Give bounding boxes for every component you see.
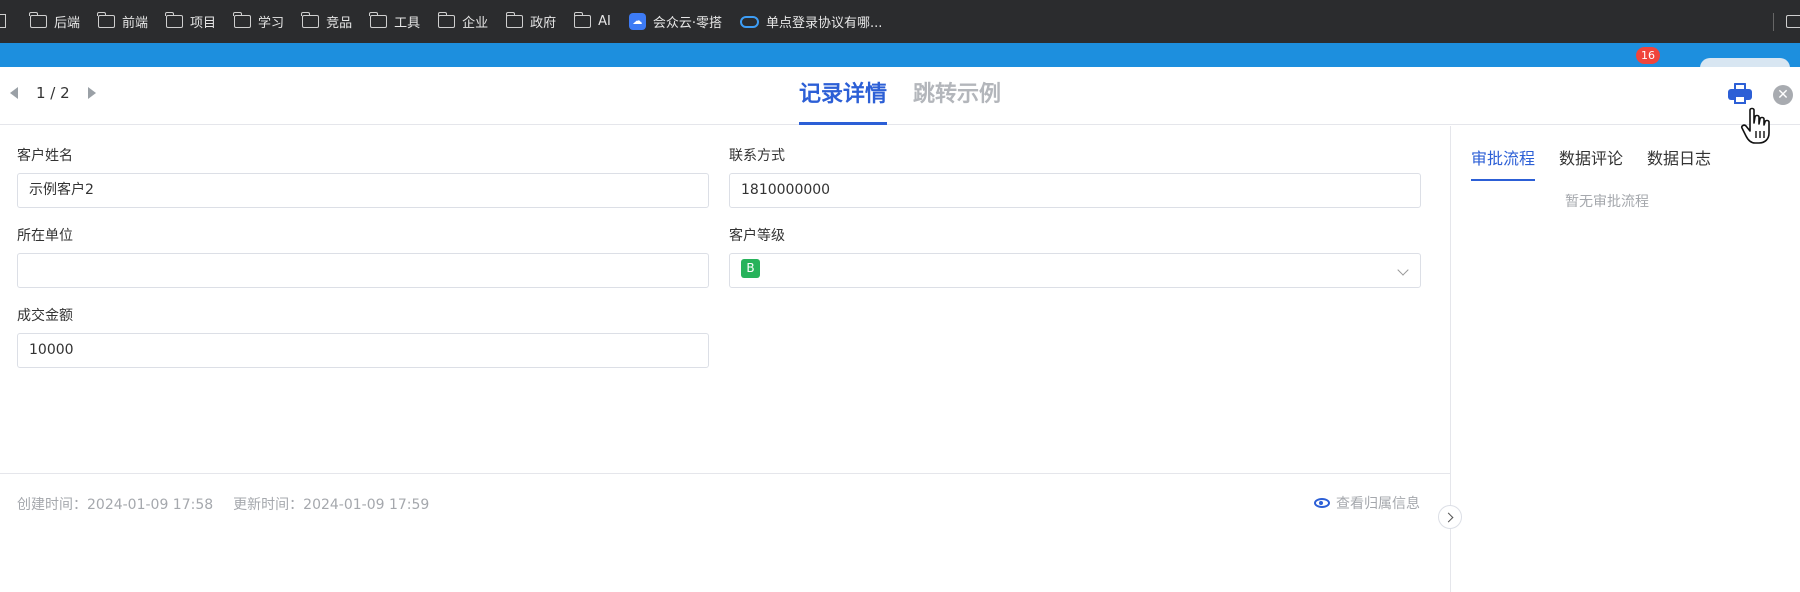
bookmarks-bar: 后端 前端 项目 学习 竞品 工具 企业 政府 AI ☁ 会众云·零搭 单点登录协… xyxy=(0,0,1800,43)
field-label: 客户等级 xyxy=(729,228,785,244)
tab-data-log[interactable]: 数据日志 xyxy=(1647,147,1711,181)
field-customer-level: 客户等级 B xyxy=(729,226,1421,288)
bookmark-study[interactable]: 学习 xyxy=(226,8,292,36)
bookmark-competitors[interactable]: 竞品 xyxy=(294,8,360,36)
tab-jump-example[interactable]: 跳转示例 xyxy=(913,77,1001,125)
modal-topbar: 1 / 2 记录详情 跳转示例 ✕ xyxy=(0,67,1800,144)
divider xyxy=(0,473,1451,474)
view-owner-link[interactable]: 查看归属信息 xyxy=(1314,493,1420,513)
folder-icon xyxy=(165,12,184,28)
side-panel: 审批流程 数据评论 数据日志 暂无审批流程 xyxy=(1452,126,1800,592)
company-input[interactable] xyxy=(17,253,709,288)
cloud-app-icon: ☁ xyxy=(628,13,646,30)
folder-icon xyxy=(29,12,47,28)
record-meta: 创建时间：2024-01-09 17:58 更新时间：2024-01-09 17… xyxy=(17,494,449,514)
field-label: 联系方式 xyxy=(729,148,785,164)
bookmark-backend[interactable]: 后端 xyxy=(22,8,88,36)
folder-icon xyxy=(573,12,592,28)
folder-icon xyxy=(233,12,252,28)
bookmark-enterprise[interactable]: 企业 xyxy=(430,8,496,36)
field-label: 所在单位 xyxy=(17,228,73,244)
folder-icon xyxy=(369,12,388,28)
customer-level-select[interactable]: B xyxy=(729,253,1421,288)
folder-icon xyxy=(1786,15,1800,28)
bookmark-ai[interactable]: AI xyxy=(566,8,619,36)
bookmark-sso-article[interactable]: 单点登录协议有哪... xyxy=(732,8,890,36)
modal-tabs: 记录详情 跳转示例 xyxy=(799,77,1027,125)
bookmark-projects[interactable]: 项目 xyxy=(158,8,224,36)
created-time: 创建时间：2024-01-09 17:58 xyxy=(17,497,214,513)
field-label: 客户姓名 xyxy=(17,148,73,164)
tab-data-comments[interactable]: 数据评论 xyxy=(1559,147,1623,181)
next-record-icon[interactable] xyxy=(87,87,96,99)
bookmark-tools[interactable]: 工具 xyxy=(362,8,428,36)
cloud-outline-icon xyxy=(740,15,759,28)
print-icon[interactable] xyxy=(1728,83,1752,105)
notification-badge[interactable]: 16 xyxy=(1636,47,1660,64)
record-detail-modal: 1 / 2 记录详情 跳转示例 ✕ 客户姓名 示例客户2 联系方式 181000… xyxy=(0,67,1800,592)
field-amount: 成交金额 10000 xyxy=(17,306,709,368)
owner-link-label: 查看归属信息 xyxy=(1336,496,1420,512)
contact-input[interactable]: 1810000000 xyxy=(729,173,1421,208)
app-header: 16 xyxy=(0,43,1800,78)
field-customer-name: 客户姓名 示例客户2 xyxy=(17,146,709,208)
folder-icon-partial[interactable] xyxy=(0,14,6,28)
bookmark-government[interactable]: 政府 xyxy=(498,8,564,36)
divider xyxy=(1773,12,1774,31)
folder-icon xyxy=(505,12,524,28)
record-pager: 1 / 2 xyxy=(10,84,96,102)
amount-input[interactable]: 10000 xyxy=(17,333,709,368)
updated-time: 更新时间：2024-01-09 17:59 xyxy=(233,497,430,513)
bookmarks-overflow[interactable] xyxy=(1773,0,1800,43)
record-form: 客户姓名 示例客户2 联系方式 1810000000 所在单位 客户等级 B 成… xyxy=(0,126,1451,592)
folder-icon xyxy=(437,12,456,28)
customer-name-input[interactable]: 示例客户2 xyxy=(17,173,709,208)
tab-approval-flow[interactable]: 审批流程 xyxy=(1471,147,1536,181)
field-contact: 联系方式 1810000000 xyxy=(729,146,1421,208)
chevron-down-icon xyxy=(1397,264,1409,276)
field-company: 所在单位 xyxy=(17,226,709,288)
pager-text: 1 / 2 xyxy=(36,84,70,102)
side-tabs: 审批流程 数据评论 数据日志 xyxy=(1471,147,1735,181)
prev-record-icon[interactable] xyxy=(10,87,18,99)
close-icon[interactable]: ✕ xyxy=(1773,85,1793,105)
tab-record-detail[interactable]: 记录详情 xyxy=(799,77,888,125)
field-label: 成交金额 xyxy=(17,308,73,324)
empty-state: 暂无审批流程 xyxy=(1565,194,1649,210)
bookmark-huizhongyun[interactable]: ☁ 会众云·零搭 xyxy=(621,8,730,36)
folder-icon xyxy=(97,12,116,28)
folder-icon xyxy=(301,12,320,28)
eye-icon xyxy=(1314,498,1330,508)
bookmark-frontend[interactable]: 前端 xyxy=(90,8,156,36)
level-tag: B xyxy=(741,259,760,278)
